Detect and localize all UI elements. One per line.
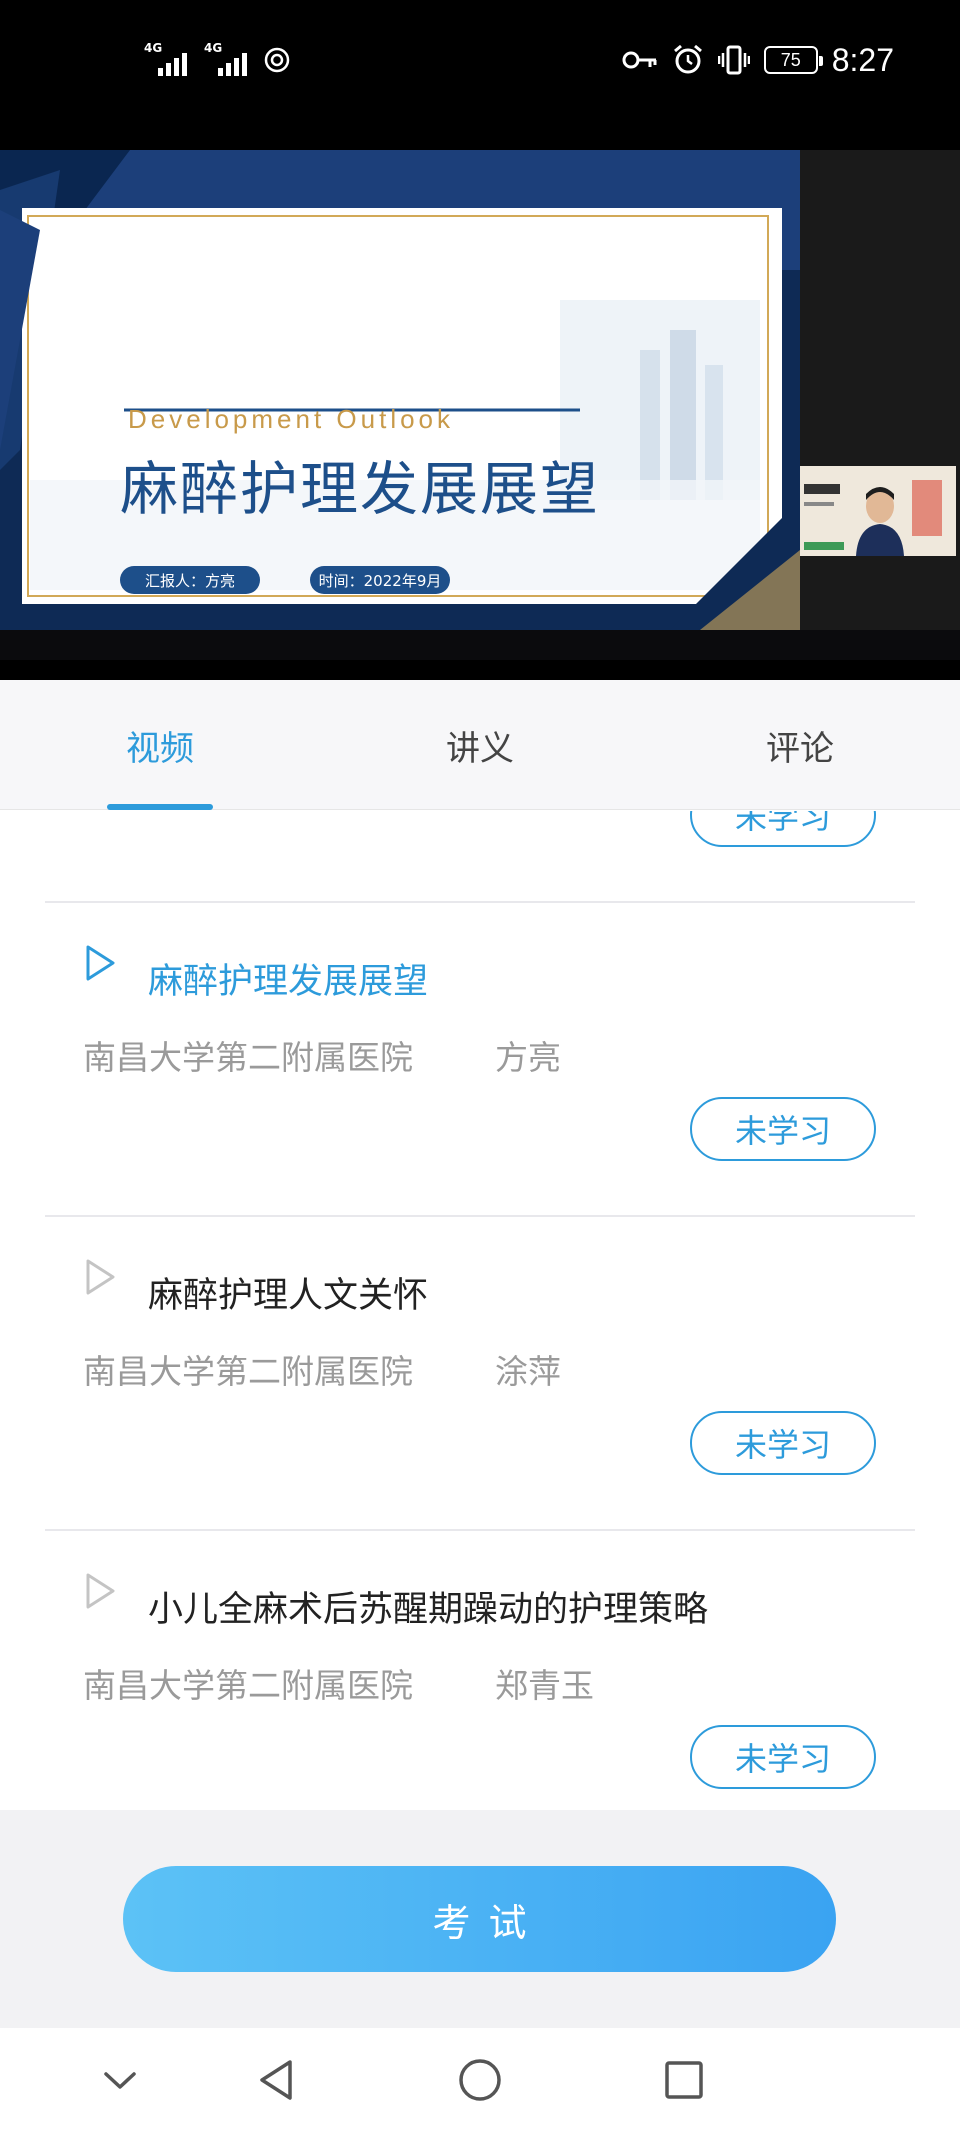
- clock: 8:27: [831, 41, 894, 78]
- list-item[interactable]: 小儿全麻术后苏醒期躁动的护理策略 南昌大学第二附属医院 郑青玉 未学习: [45, 1531, 915, 1810]
- study-status-button[interactable]: 未学习: [690, 1725, 876, 1789]
- back-icon[interactable]: [244, 2048, 308, 2112]
- study-status-button[interactable]: 未学习: [690, 1097, 876, 1161]
- lesson-author: 涂萍: [495, 1352, 561, 1391]
- tab-handout[interactable]: 讲义: [320, 680, 640, 810]
- speaker-video-thumbnail: [800, 466, 956, 556]
- hotspot-icon: [264, 47, 290, 73]
- list-item[interactable]: 未学习: [45, 811, 915, 903]
- lesson-meta: 南昌大学第二附属医院 方亮: [83, 1031, 561, 1079]
- slide-date: 时间：2022年9月: [310, 566, 450, 594]
- status-bar-right: 75 8:27: [622, 40, 894, 80]
- status-bar-left: 4G 4G: [144, 40, 290, 80]
- chevron-down-icon[interactable]: [88, 2048, 152, 2112]
- vibrate-icon: [717, 45, 750, 75]
- play-icon: [86, 1259, 115, 1295]
- play-icon: [86, 1573, 115, 1609]
- speaker-avatar: [800, 466, 956, 556]
- lesson-organization: 南昌大学第二附属医院: [83, 1666, 413, 1705]
- list-item[interactable]: 麻醉护理人文关怀 南昌大学第二附属医院 涂萍 未学习: [45, 1217, 915, 1531]
- play-icon: [86, 945, 115, 981]
- battery-level: 75: [780, 49, 801, 70]
- battery-icon: 75: [763, 46, 823, 74]
- tab-video[interactable]: 视频: [0, 680, 320, 810]
- lesson-title: 麻醉护理人文关怀: [148, 1276, 429, 1316]
- lesson-title: 小儿全麻术后苏醒期躁动的护理策略: [148, 1590, 709, 1630]
- signal-icon: 4G: [204, 42, 252, 78]
- slide-reporter: 汇报人：方亮: [120, 566, 260, 594]
- exam-footer: 考试: [0, 1810, 960, 2028]
- study-status-button[interactable]: 未学习: [690, 1411, 876, 1475]
- recents-icon[interactable]: [652, 2048, 716, 2112]
- slide-title: 麻醉护理发展展望: [120, 455, 601, 523]
- lesson-list[interactable]: 未学习 麻醉护理发展展望 南昌大学第二附属医院 方亮 未学习 麻醉护理人文关怀 南…: [0, 811, 960, 1810]
- lesson-meta: 南昌大学第二附属医院 郑青玉: [83, 1659, 594, 1707]
- home-icon[interactable]: [448, 2048, 512, 2112]
- lesson-meta: 南昌大学第二附属医院 涂萍: [83, 1345, 561, 1393]
- status-bar: 4G 4G 75 8:27: [0, 0, 960, 120]
- key-icon: [622, 51, 657, 69]
- exam-button[interactable]: 考试: [123, 1866, 836, 1972]
- slide-subtitle: Development Outlook: [128, 404, 455, 434]
- lesson-author: 方亮: [495, 1038, 561, 1077]
- system-nav-bar: [0, 2028, 960, 2132]
- lesson-title: 麻醉护理发展展望: [148, 962, 429, 1002]
- alarm-icon: [673, 44, 702, 74]
- lesson-organization: 南昌大学第二附属医院: [83, 1038, 413, 1077]
- list-item[interactable]: 麻醉护理发展展望 南昌大学第二附属医院 方亮 未学习: [45, 903, 915, 1217]
- tab-comments[interactable]: 评论: [640, 680, 960, 810]
- video-player[interactable]: Development Outlook 麻醉护理发展展望 汇报人：方亮 时间：2…: [0, 120, 960, 680]
- study-status-button[interactable]: 未学习: [690, 811, 876, 847]
- tab-bar: 视频 讲义 评论: [0, 680, 960, 810]
- signal-icon: 4G: [144, 42, 192, 78]
- lesson-organization: 南昌大学第二附属医院: [83, 1352, 413, 1391]
- lesson-author: 郑青玉: [495, 1666, 594, 1705]
